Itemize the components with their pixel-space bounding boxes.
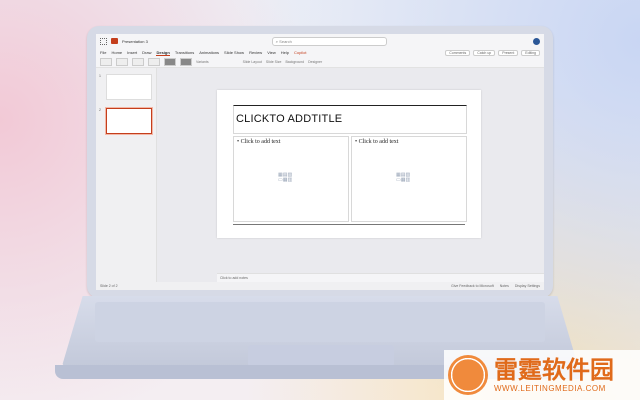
feedback-link[interactable]: Give Feedback to Microsoft	[451, 284, 494, 288]
slide-number: 2	[99, 108, 101, 112]
watermark-cn: 雷霆软件园	[494, 356, 614, 384]
watermark-url: WWW.LEITINGMEDIA.COM	[494, 383, 606, 393]
watermark-logo-icon	[448, 355, 488, 395]
slide-stage: CLICKTO ADDTITLE • Click to add text ▦▤▨…	[157, 68, 544, 282]
slides-panel: 1 2	[96, 68, 157, 282]
right-placeholder-text: • Click to add text	[355, 139, 399, 145]
tab-transitions[interactable]: Transitions	[175, 50, 194, 55]
document-title[interactable]: Presentation 3	[122, 39, 148, 44]
avatar[interactable]	[533, 37, 540, 45]
notes-toggle[interactable]: Notes	[500, 284, 509, 288]
catch-up-button[interactable]: Catch up	[473, 49, 496, 56]
tab-design[interactable]: Design	[156, 50, 170, 56]
slide-canvas: CLICKTO ADDTITLE • Click to add text ▦▤▨…	[217, 90, 481, 238]
tab-view[interactable]: View	[267, 50, 276, 55]
slide-thumbnail-2[interactable]	[106, 108, 152, 134]
status-bar: Slide 2 of 2 Give Feedback to Microsoft …	[96, 282, 544, 290]
display-settings-button[interactable]: Display Settings	[515, 284, 540, 288]
slide-bottom-rule	[233, 224, 465, 225]
powerpoint-icon	[111, 38, 118, 44]
slide-number: 1	[99, 74, 101, 78]
variants-label: Variants	[196, 60, 209, 64]
insert-content-icons[interactable]: ▦▤▨ ▭▦▥	[396, 173, 418, 185]
variant-thumbnail[interactable]	[180, 58, 192, 66]
theme-thumbnail[interactable]	[148, 58, 160, 66]
search-icon: ⌕	[275, 38, 279, 44]
tab-insert[interactable]: Insert	[127, 50, 137, 55]
menu-bar: File Home Insert Draw Design Transitions…	[96, 48, 544, 57]
left-placeholder-text: • Click to add text	[237, 139, 281, 145]
editing-mode-button[interactable]: Editing	[521, 49, 540, 56]
title-placeholder-text: CLICKTO ADDTITLE	[236, 113, 343, 125]
notes-pane[interactable]: Click to add notes	[217, 273, 544, 282]
slide-layout-button[interactable]: Slide Layout	[243, 60, 262, 64]
background-button[interactable]: Background	[285, 60, 304, 64]
present-button[interactable]: Present	[498, 49, 519, 56]
slide-thumbnail-1[interactable]	[106, 74, 152, 100]
tab-home[interactable]: Home	[111, 50, 122, 55]
search-placeholder: Search	[279, 38, 292, 44]
design-ribbon: Variants Slide Layout Slide Size Backgro…	[96, 57, 544, 68]
tab-copilot[interactable]: Copilot	[294, 50, 306, 55]
theme-thumbnail[interactable]	[100, 58, 112, 66]
tab-help[interactable]: Help	[281, 50, 289, 55]
theme-thumbnail[interactable]	[116, 58, 128, 66]
comments-button[interactable]: Comments	[445, 49, 471, 56]
insert-content-icons[interactable]: ▦▤▨ ▭▦▥	[278, 173, 300, 185]
work-area: 1 2 CLICKTO ADDTITLE • Click to add text…	[96, 68, 544, 282]
tab-slide-show[interactable]: Slide Show	[224, 50, 244, 55]
tab-review[interactable]: Review	[249, 50, 262, 55]
app-launcher-icon[interactable]	[100, 37, 107, 45]
variant-thumbnail[interactable]	[164, 58, 176, 66]
theme-thumbnail[interactable]	[132, 58, 144, 66]
screen: Presentation 3 ⌕ Search File Home Insert…	[96, 34, 544, 290]
slide-counter: Slide 2 of 2	[100, 284, 118, 288]
search-input[interactable]: ⌕ Search	[271, 36, 387, 46]
title-bar: Presentation 3 ⌕ Search	[96, 34, 544, 48]
right-content-placeholder[interactable]: • Click to add text ▦▤▨ ▭▦▥	[351, 136, 467, 222]
laptop-trackpad	[248, 345, 394, 367]
watermark: 雷霆软件园 WWW.LEITINGMEDIA.COM	[444, 350, 640, 400]
tab-draw[interactable]: Draw	[142, 50, 151, 55]
laptop-keyboard-deck	[95, 302, 545, 342]
left-content-placeholder[interactable]: • Click to add text ▦▤▨ ▭▦▥	[233, 136, 349, 222]
designer-button[interactable]: Designer	[308, 60, 322, 64]
tab-animations[interactable]: Animations	[199, 50, 219, 55]
title-placeholder[interactable]: CLICKTO ADDTITLE	[233, 105, 467, 134]
tab-file[interactable]: File	[100, 50, 106, 55]
slide-size-button[interactable]: Slide Size	[266, 60, 282, 64]
